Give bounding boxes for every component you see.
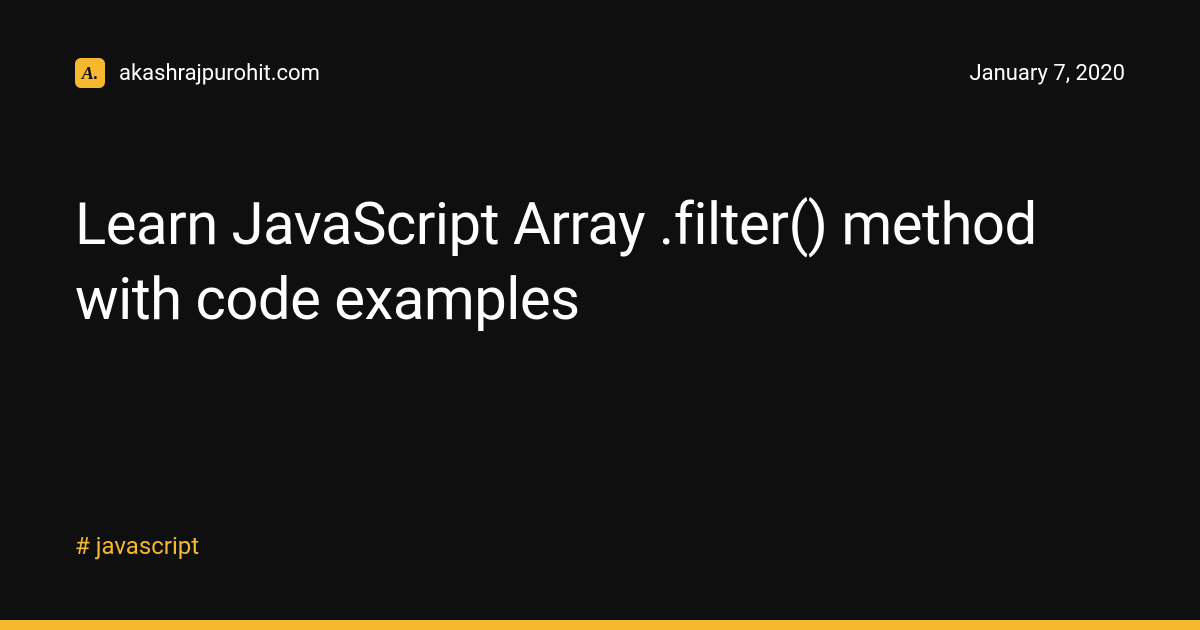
header: A. akashrajpurohit.com January 7, 2020 [75, 58, 1125, 88]
publish-date: January 7, 2020 [970, 61, 1125, 86]
domain-text: akashrajpurohit.com [119, 61, 320, 86]
tag-javascript: # javascript [75, 532, 199, 560]
logo-icon: A. [75, 58, 105, 88]
article-title: Learn JavaScript Array .filter() method … [75, 188, 1125, 339]
brand: A. akashrajpurohit.com [75, 58, 320, 88]
accent-bar [0, 620, 1200, 630]
card-container: A. akashrajpurohit.com January 7, 2020 L… [0, 0, 1200, 630]
tags-container: # javascript [75, 532, 1125, 560]
